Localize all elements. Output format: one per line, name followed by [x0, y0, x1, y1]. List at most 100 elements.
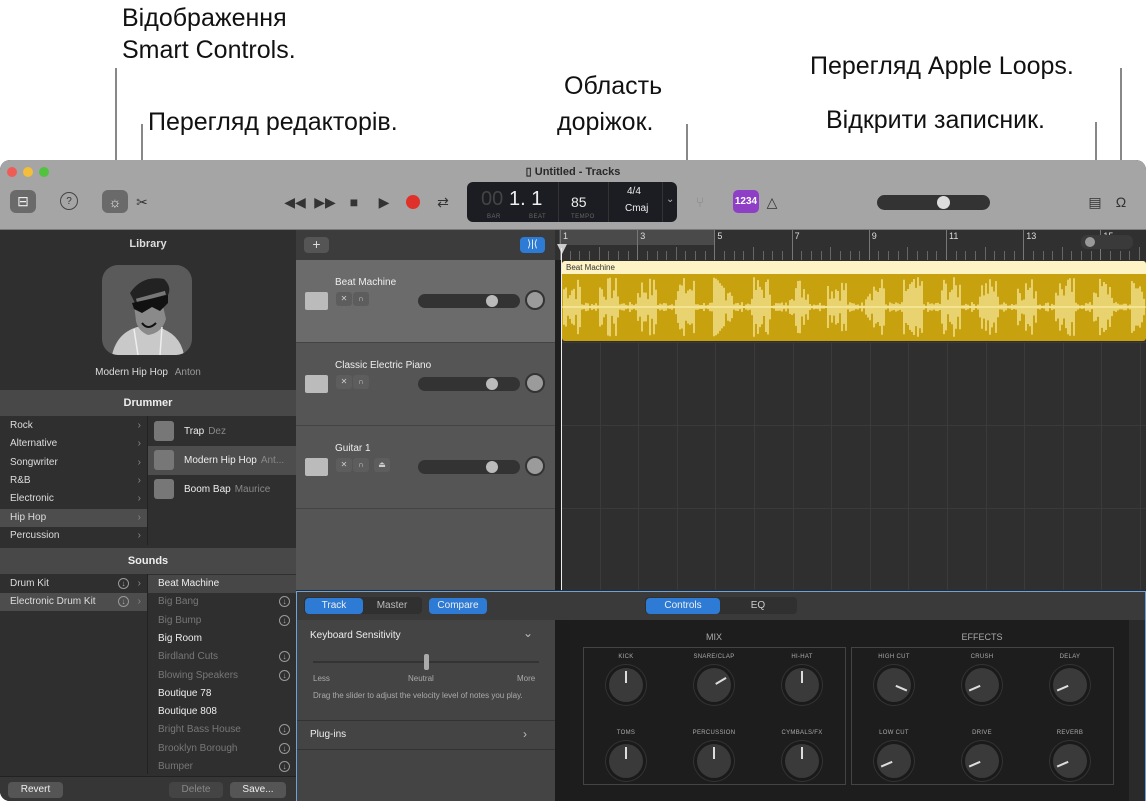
chevron-down-icon[interactable]: ⌄ [666, 194, 674, 205]
knob-control[interactable]: HIGH CUT [859, 654, 929, 702]
sound-item[interactable]: Big Bang ↓ [148, 593, 296, 611]
solo-button[interactable]: ∩ [353, 458, 369, 472]
plugins-row[interactable]: Plug-ins › [297, 721, 555, 749]
knob-dial[interactable] [1053, 668, 1087, 702]
fast-forward-button[interactable]: ▶▶ [314, 192, 336, 212]
knob-dial[interactable] [877, 668, 911, 702]
pan-knob[interactable] [525, 456, 545, 476]
catch-playhead-button[interactable]: ⟩|⟨ [520, 237, 545, 253]
download-icon[interactable]: ↓ [279, 651, 290, 663]
sound-item[interactable]: Brooklyn Borough ↓ [148, 740, 296, 758]
download-icon[interactable]: ↓ [118, 596, 129, 607]
master-volume-slider[interactable] [877, 195, 990, 210]
sound-item[interactable]: Boutique 78 [148, 685, 296, 703]
chevron-down-icon[interactable]: ⌄ [523, 626, 533, 640]
mute-button[interactable]: ✕ [336, 292, 352, 306]
solo-button[interactable]: ∩ [353, 292, 369, 306]
sound-category-item[interactable]: Electronic Drum Kit ↓ › [0, 593, 147, 611]
master-volume-knob[interactable] [937, 196, 950, 209]
sensitivity-slider-knob[interactable] [423, 654, 429, 670]
track-header[interactable]: Beat Machine ✕ ∩ [296, 260, 555, 343]
save-button[interactable]: Save... [230, 782, 286, 798]
sound-item[interactable]: Big Room [148, 630, 296, 648]
genre-item[interactable]: Percussion › [0, 527, 147, 545]
drummer-item[interactable]: Modern Hip Hop Ant... [148, 446, 296, 475]
play-button[interactable]: ▶ [375, 192, 393, 212]
input-monitoring-button[interactable]: ⏏ [374, 458, 390, 472]
delete-button[interactable]: Delete [169, 782, 223, 798]
knob-dial[interactable] [697, 668, 731, 702]
knob-dial[interactable] [1053, 744, 1087, 778]
beat-machine-region[interactable]: Beat Machine [562, 261, 1146, 341]
track-volume-knob[interactable] [485, 295, 498, 307]
notepad-button[interactable]: ▤ [1087, 192, 1103, 212]
download-icon[interactable]: ↓ [118, 578, 129, 589]
sound-item[interactable]: Big Bump ↓ [148, 612, 296, 630]
sound-item[interactable]: Blowing Speakers ↓ [148, 667, 296, 685]
sound-item[interactable]: Boutique 808 [148, 703, 296, 721]
tuner-button[interactable]: ⑂ [692, 192, 708, 212]
drummer-item[interactable]: Boom Bap Maurice [148, 475, 296, 504]
lcd-display[interactable]: 00 1. 1 BAR BEAT 85 TEMPO 4/4 Cmaj ⌄ [467, 182, 677, 222]
download-icon[interactable]: ↓ [279, 761, 290, 772]
knob-control[interactable]: TOMS [591, 730, 661, 778]
timeline-ruler[interactable]: 13579111315 [555, 230, 1146, 260]
knob-control[interactable]: DELAY [1035, 654, 1105, 702]
track-volume-knob[interactable] [485, 461, 498, 473]
download-icon[interactable]: ↓ [279, 742, 290, 754]
sound-item[interactable]: Bumper ↓ [148, 758, 296, 776]
knob-dial[interactable] [785, 668, 819, 702]
sound-category-item[interactable]: Drum Kit ↓ › [0, 575, 147, 593]
knob-control[interactable]: REVERB [1035, 730, 1105, 778]
track-lane[interactable] [561, 343, 1146, 426]
controls-scrollbar[interactable] [1129, 620, 1145, 801]
add-track-button[interactable]: + [304, 237, 329, 253]
genre-item[interactable]: Songwriter › [0, 454, 147, 472]
tab-master[interactable]: Master [363, 598, 421, 614]
track-volume-slider[interactable] [418, 377, 520, 391]
tab-controls[interactable]: Controls [646, 598, 720, 614]
editors-button[interactable]: ✂ [134, 192, 150, 212]
solo-button[interactable]: ∩ [353, 375, 369, 389]
playhead-line[interactable] [561, 248, 562, 590]
compare-button[interactable]: Compare [429, 598, 487, 614]
knob-dial[interactable] [965, 668, 999, 702]
loop-browser-button[interactable]: Ω [1112, 192, 1130, 212]
mute-button[interactable]: ✕ [336, 375, 352, 389]
record-button[interactable] [404, 193, 422, 211]
knob-control[interactable]: LOW CUT [859, 730, 929, 778]
stop-button[interactable]: ■ [345, 192, 363, 212]
genre-item[interactable]: Rock › [0, 417, 147, 435]
knob-dial[interactable] [609, 744, 643, 778]
knob-control[interactable]: KICK [591, 654, 661, 702]
library-button[interactable]: ⊟ [10, 190, 36, 213]
knob-control[interactable]: SNARE/CLAP [679, 654, 749, 702]
knob-control[interactable]: PERCUSSION [679, 730, 749, 778]
drummer-item[interactable]: Trap Dez [148, 417, 296, 446]
track-header[interactable]: Guitar 1 ✕ ∩ ⏏ [296, 426, 555, 509]
count-in-button[interactable]: 1234 [733, 190, 759, 213]
track-volume-knob[interactable] [485, 378, 498, 390]
knob-dial[interactable] [785, 744, 819, 778]
knob-control[interactable]: CYMBALS/FX [767, 730, 837, 778]
track-volume-slider[interactable] [418, 294, 520, 308]
sound-item[interactable]: Birdland Cuts ↓ [148, 648, 296, 666]
genre-item[interactable]: Alternative › [0, 435, 147, 453]
help-button[interactable]: ? [60, 192, 78, 210]
knob-dial[interactable] [697, 744, 731, 778]
track-header[interactable]: Classic Electric Piano ✕ ∩ [296, 343, 555, 426]
pan-knob[interactable] [525, 290, 545, 310]
knob-dial[interactable] [877, 744, 911, 778]
genre-item[interactable]: R&B › [0, 472, 147, 490]
mute-button[interactable]: ✕ [336, 458, 352, 472]
zoom-slider-knob[interactable] [1085, 237, 1095, 247]
track-volume-slider[interactable] [418, 460, 520, 474]
sound-item[interactable]: Bright Bass House ↓ [148, 721, 296, 739]
knob-control[interactable]: CRUSH [947, 654, 1017, 702]
tab-track[interactable]: Track [305, 598, 363, 614]
knob-dial[interactable] [965, 744, 999, 778]
metronome-button[interactable]: △ [764, 192, 780, 212]
knob-control[interactable]: DRIVE [947, 730, 1017, 778]
smart-controls-button[interactable]: ☼ [102, 190, 128, 213]
download-icon[interactable]: ↓ [279, 724, 290, 736]
